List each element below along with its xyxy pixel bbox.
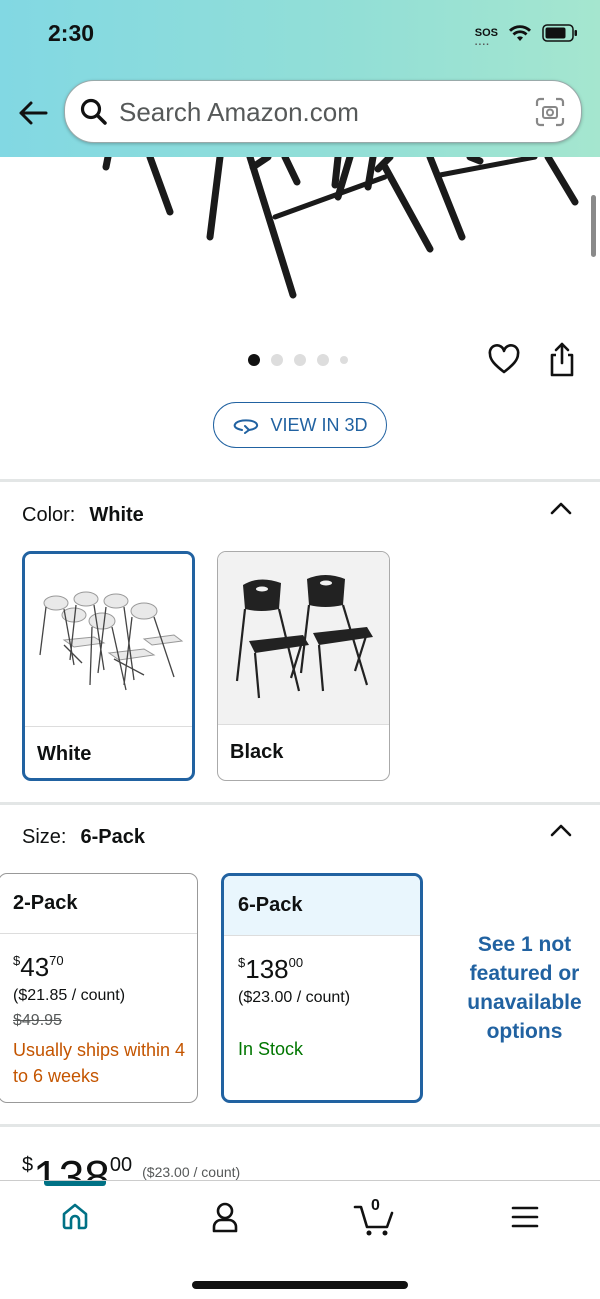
cart-count: 0 xyxy=(371,1197,380,1214)
carousel-dot[interactable] xyxy=(294,354,306,366)
view-in-3d-label: VIEW IN 3D xyxy=(270,414,368,435)
carousel-dot[interactable] xyxy=(271,354,283,366)
search-icon xyxy=(80,98,107,125)
rotate-3d-icon xyxy=(234,419,259,434)
heart-icon[interactable] xyxy=(487,343,521,377)
bottom-navigation: 0 xyxy=(0,1180,600,1299)
color-selected-value: White xyxy=(89,504,144,526)
summary-per-count: ($23.00 / count) xyxy=(142,1164,241,1180)
white-chairs-thumbnail xyxy=(25,554,192,726)
color-label-row: Color: White xyxy=(22,504,144,527)
active-tab-indicator xyxy=(44,1181,106,1186)
section-divider xyxy=(0,1124,600,1127)
header: 2:30 SOS xyxy=(0,0,600,157)
color-option-white[interactable]: White xyxy=(22,551,195,781)
search-input[interactable] xyxy=(119,93,519,131)
status-time: 2:30 xyxy=(48,20,95,46)
color-option-label: White xyxy=(25,726,192,778)
see-unavailable-options-link[interactable]: See 1 not featured or unavailable option… xyxy=(452,930,597,1046)
size-option-price: $13800 xyxy=(238,954,304,984)
size-label-row: Size: 6-Pack xyxy=(22,826,145,849)
list-price: $49.95 xyxy=(13,1012,62,1029)
price-per-count: ($23.00 / count) xyxy=(238,989,351,1006)
size-option-price: $4370 xyxy=(13,952,64,982)
wifi-icon xyxy=(509,25,531,41)
cart-button[interactable]: 0 xyxy=(353,1197,395,1242)
status-icons: SOS xyxy=(475,24,578,48)
product-image[interactable] xyxy=(0,157,600,337)
chair-legs-image xyxy=(102,157,579,299)
size-option-2-pack[interactable]: 2-Pack $4370 ($21.85 / count) $49.95 Usu… xyxy=(0,873,198,1103)
price-fraction: 00 xyxy=(288,955,304,970)
availability-text: Usually ships within 4 to 6 weeks xyxy=(13,1040,186,1086)
availability-text: In Stock xyxy=(238,1039,304,1059)
price-fraction: 70 xyxy=(49,953,64,968)
size-selected-value: 6-Pack xyxy=(80,826,145,848)
color-option-label: Black xyxy=(218,724,389,780)
menu-icon[interactable] xyxy=(511,1205,539,1229)
sos-indicator: SOS xyxy=(475,27,498,48)
section-divider xyxy=(0,802,600,805)
size-label: Size: xyxy=(22,826,67,848)
currency-symbol: $ xyxy=(22,1154,34,1176)
back-arrow-icon[interactable] xyxy=(16,96,50,130)
size-option-name: 6-Pack xyxy=(224,876,420,936)
price-whole: 138 xyxy=(245,954,289,984)
view-in-3d-button[interactable]: VIEW IN 3D xyxy=(213,402,387,448)
account-icon[interactable] xyxy=(210,1201,240,1233)
carousel-dot[interactable] xyxy=(248,354,260,366)
share-icon[interactable] xyxy=(545,341,579,379)
summary-price: $13800 ($23.00 / count) xyxy=(22,1150,240,1182)
color-option-black[interactable]: Black xyxy=(217,551,390,781)
carousel-dot[interactable] xyxy=(317,354,329,366)
price-per-count: ($21.85 / count) xyxy=(13,987,126,1004)
image-carousel-dots[interactable] xyxy=(248,354,348,366)
color-label: Color: xyxy=(22,504,76,526)
chevron-up-icon[interactable] xyxy=(550,822,572,838)
camera-scan-icon[interactable] xyxy=(535,97,565,127)
carousel-dot[interactable] xyxy=(340,356,348,364)
summary-price-fraction: 00 xyxy=(109,1154,133,1176)
scroll-indicator xyxy=(591,195,596,257)
search-bar[interactable] xyxy=(64,80,582,143)
home-icon[interactable] xyxy=(60,1201,90,1231)
battery-icon xyxy=(542,24,577,42)
home-indicator-bar xyxy=(192,1281,408,1289)
size-option-name: 2-Pack xyxy=(0,874,197,934)
section-divider xyxy=(0,479,600,482)
chevron-up-icon[interactable] xyxy=(550,500,572,516)
black-chairs-thumbnail xyxy=(218,552,389,724)
price-whole: 43 xyxy=(20,952,50,982)
size-option-6-pack[interactable]: 6-Pack $13800 ($23.00 / count) In Stock xyxy=(221,873,423,1103)
summary-price-whole: 138 xyxy=(33,1151,110,1182)
